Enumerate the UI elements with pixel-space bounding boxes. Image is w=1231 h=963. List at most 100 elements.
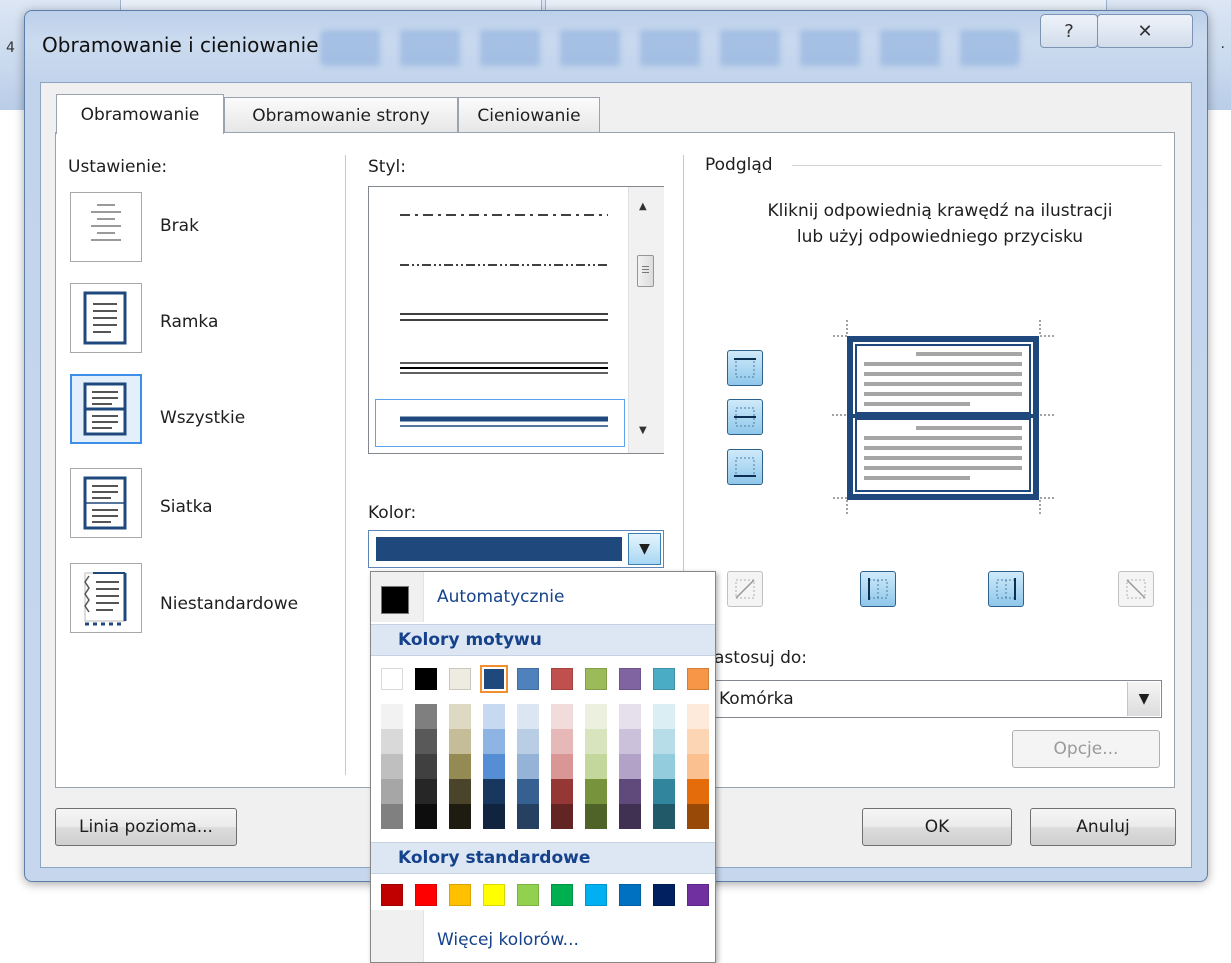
setting-none-button[interactable] bbox=[70, 192, 142, 262]
tint-color-swatch[interactable] bbox=[517, 729, 539, 754]
bottom-border-button[interactable] bbox=[727, 449, 763, 485]
tint-color-swatch[interactable] bbox=[653, 729, 675, 754]
tint-color-swatch[interactable] bbox=[653, 779, 675, 804]
setting-box-label[interactable]: Ramka bbox=[160, 312, 218, 332]
setting-grid-button[interactable] bbox=[70, 468, 142, 538]
style-option-dash-dot[interactable] bbox=[400, 208, 608, 222]
setting-all-button[interactable] bbox=[70, 374, 142, 444]
tint-color-swatch[interactable] bbox=[415, 729, 437, 754]
tint-color-swatch[interactable] bbox=[653, 804, 675, 829]
tint-color-swatch[interactable] bbox=[585, 729, 607, 754]
tint-color-swatch[interactable] bbox=[415, 804, 437, 829]
tint-color-swatch[interactable] bbox=[551, 779, 573, 804]
setting-all-label[interactable]: Wszystkie bbox=[160, 408, 245, 428]
style-option-double[interactable] bbox=[400, 310, 608, 324]
close-button[interactable]: ✕ bbox=[1097, 14, 1193, 48]
help-button[interactable]: ? bbox=[1040, 14, 1098, 48]
diagonal-up-border-button[interactable] bbox=[727, 571, 763, 607]
standard-color-swatch[interactable] bbox=[483, 884, 505, 906]
tint-color-swatch[interactable] bbox=[653, 704, 675, 729]
tint-color-swatch[interactable] bbox=[551, 754, 573, 779]
tab-shading[interactable]: Cieniowanie bbox=[458, 97, 600, 133]
tint-color-swatch[interactable] bbox=[687, 704, 709, 729]
style-option-dash-dot-dot[interactable] bbox=[400, 258, 608, 272]
tint-color-swatch[interactable] bbox=[483, 804, 505, 829]
theme-color-swatch[interactable] bbox=[551, 668, 573, 690]
tint-color-swatch[interactable] bbox=[517, 779, 539, 804]
setting-none-label[interactable]: Brak bbox=[160, 216, 199, 236]
tint-color-swatch[interactable] bbox=[517, 704, 539, 729]
tint-color-swatch[interactable] bbox=[551, 704, 573, 729]
tint-color-swatch[interactable] bbox=[415, 704, 437, 729]
tint-color-swatch[interactable] bbox=[517, 804, 539, 829]
standard-color-swatch[interactable] bbox=[687, 884, 709, 906]
tint-color-swatch[interactable] bbox=[381, 729, 403, 754]
tint-color-swatch[interactable] bbox=[585, 754, 607, 779]
tint-color-swatch[interactable] bbox=[585, 804, 607, 829]
left-border-button[interactable] bbox=[860, 571, 896, 607]
tint-color-swatch[interactable] bbox=[449, 779, 471, 804]
setting-grid-label[interactable]: Siatka bbox=[160, 497, 213, 517]
tint-color-swatch[interactable] bbox=[687, 754, 709, 779]
tint-color-swatch[interactable] bbox=[483, 729, 505, 754]
tint-color-swatch[interactable] bbox=[483, 754, 505, 779]
standard-color-swatch[interactable] bbox=[619, 884, 641, 906]
tint-color-swatch[interactable] bbox=[449, 804, 471, 829]
more-colors-item[interactable]: Więcej kolorów... bbox=[371, 910, 715, 962]
tint-color-swatch[interactable] bbox=[585, 704, 607, 729]
options-button[interactable]: Opcje... bbox=[1012, 730, 1160, 768]
standard-color-swatch[interactable] bbox=[517, 884, 539, 906]
preview-diagram[interactable] bbox=[830, 318, 1060, 518]
tab-borders[interactable]: Obramowanie bbox=[56, 94, 224, 134]
tint-color-swatch[interactable] bbox=[381, 754, 403, 779]
theme-color-swatch[interactable] bbox=[480, 665, 508, 693]
tint-color-swatch[interactable] bbox=[687, 729, 709, 754]
setting-box-button[interactable] bbox=[70, 283, 142, 353]
cancel-button[interactable]: Anuluj bbox=[1030, 808, 1176, 846]
apply-to-dropdown-button[interactable]: ▼ bbox=[1127, 682, 1160, 716]
tint-color-swatch[interactable] bbox=[653, 754, 675, 779]
standard-color-swatch[interactable] bbox=[381, 884, 403, 906]
tint-color-swatch[interactable] bbox=[415, 754, 437, 779]
setting-custom-label[interactable]: Niestandardowe bbox=[160, 594, 298, 614]
tint-color-swatch[interactable] bbox=[449, 704, 471, 729]
inside-horizontal-border-button[interactable] bbox=[727, 399, 763, 435]
tint-color-swatch[interactable] bbox=[381, 804, 403, 829]
tint-color-swatch[interactable] bbox=[551, 804, 573, 829]
tint-color-swatch[interactable] bbox=[483, 704, 505, 729]
standard-color-swatch[interactable] bbox=[449, 884, 471, 906]
scroll-down-icon[interactable]: ▼ bbox=[639, 425, 647, 436]
style-scrollbar[interactable]: ▲ ▼ bbox=[628, 187, 664, 453]
tint-color-swatch[interactable] bbox=[449, 729, 471, 754]
theme-color-swatch[interactable] bbox=[381, 668, 403, 690]
theme-color-swatch[interactable] bbox=[619, 668, 641, 690]
tint-color-swatch[interactable] bbox=[619, 704, 641, 729]
standard-color-swatch[interactable] bbox=[415, 884, 437, 906]
ok-button[interactable]: OK bbox=[862, 808, 1012, 846]
theme-color-swatch[interactable] bbox=[585, 668, 607, 690]
setting-custom-button[interactable] bbox=[70, 563, 142, 633]
theme-color-swatch[interactable] bbox=[517, 668, 539, 690]
style-option-thick-thin[interactable] bbox=[400, 414, 608, 430]
scroll-up-icon[interactable]: ▲ bbox=[639, 201, 647, 212]
theme-color-swatch[interactable] bbox=[449, 668, 471, 690]
standard-color-swatch[interactable] bbox=[585, 884, 607, 906]
apply-to-combobox[interactable]: Komórka ▼ bbox=[712, 680, 1162, 718]
style-option-triple[interactable] bbox=[400, 360, 608, 376]
right-border-button[interactable] bbox=[988, 571, 1024, 607]
theme-color-swatch[interactable] bbox=[653, 668, 675, 690]
theme-color-swatch[interactable] bbox=[687, 668, 709, 690]
tint-color-swatch[interactable] bbox=[619, 779, 641, 804]
tint-color-swatch[interactable] bbox=[585, 779, 607, 804]
tint-color-swatch[interactable] bbox=[619, 729, 641, 754]
standard-color-swatch[interactable] bbox=[653, 884, 675, 906]
standard-color-swatch[interactable] bbox=[551, 884, 573, 906]
tint-color-swatch[interactable] bbox=[381, 779, 403, 804]
automatic-color-item[interactable]: Automatycznie bbox=[371, 572, 715, 622]
tint-color-swatch[interactable] bbox=[687, 779, 709, 804]
tint-color-swatch[interactable] bbox=[483, 779, 505, 804]
tint-color-swatch[interactable] bbox=[687, 804, 709, 829]
tab-page-border[interactable]: Obramowanie strony bbox=[224, 97, 458, 133]
color-dropdown-button[interactable]: ▼ bbox=[628, 533, 661, 565]
tint-color-swatch[interactable] bbox=[619, 804, 641, 829]
